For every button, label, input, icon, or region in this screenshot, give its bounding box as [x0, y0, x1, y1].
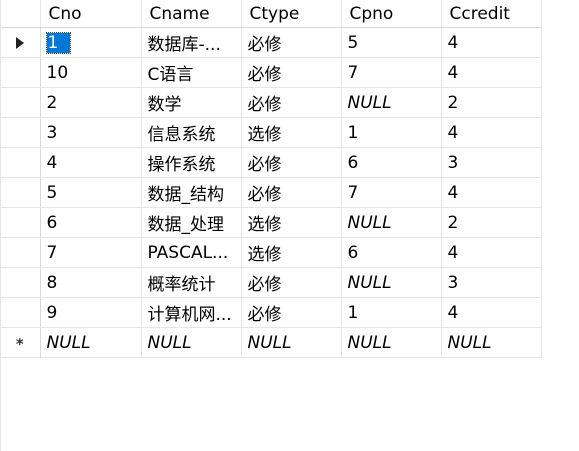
- cell-ctype[interactable]: 选修: [241, 207, 342, 238]
- cell-cpno[interactable]: NULL: [341, 87, 442, 118]
- cell-ctype[interactable]: 必修: [241, 177, 342, 208]
- cell-ccredit[interactable]: 3: [441, 267, 542, 298]
- cell-cname[interactable]: 计算机网...: [141, 297, 242, 328]
- table-row[interactable]: 7 PASCAL... 选修 6 4: [0, 237, 542, 268]
- cell-cname[interactable]: C语言: [141, 57, 242, 88]
- cell-cno[interactable]: NULL: [40, 327, 142, 358]
- cell-cname[interactable]: 数据库-...: [141, 27, 242, 58]
- cell-ccredit[interactable]: 4: [441, 237, 542, 268]
- table-row[interactable]: 3 信息系统 选修 1 4: [0, 117, 542, 148]
- cell-ccredit[interactable]: 2: [441, 87, 542, 118]
- row-header[interactable]: [0, 27, 41, 58]
- cell-ctype[interactable]: 必修: [241, 57, 342, 88]
- table-row[interactable]: 2 数学 必修 NULL 2: [0, 87, 542, 118]
- cell-cpno[interactable]: 1: [341, 117, 442, 148]
- cell-ccredit[interactable]: 4: [441, 177, 542, 208]
- cell-cname[interactable]: 数据_结构: [141, 177, 242, 208]
- row-header[interactable]: [0, 57, 41, 88]
- cell-cpno[interactable]: 7: [341, 177, 442, 208]
- row-header[interactable]: [0, 297, 41, 328]
- cell-cpno[interactable]: NULL: [341, 207, 442, 238]
- cell-ctype[interactable]: 必修: [241, 297, 342, 328]
- corner-header[interactable]: [0, 0, 41, 28]
- row-header[interactable]: [0, 87, 41, 118]
- cell-cno[interactable]: 7: [40, 237, 142, 268]
- cell-cno[interactable]: 3: [40, 117, 142, 148]
- cell-cpno[interactable]: NULL: [341, 327, 442, 358]
- table-row[interactable]: 10 C语言 必修 7 4: [0, 57, 542, 88]
- new-row[interactable]: * NULL NULL NULL NULL NULL: [0, 327, 542, 358]
- new-row-asterisk-icon: *: [15, 335, 24, 353]
- cell-cno[interactable]: 5: [40, 177, 142, 208]
- row-header[interactable]: [0, 237, 41, 268]
- cell-cpno[interactable]: 5: [341, 27, 442, 58]
- cell-cpno[interactable]: 1: [341, 297, 442, 328]
- row-header[interactable]: [0, 177, 41, 208]
- cell-cno[interactable]: 4: [40, 147, 142, 178]
- table-row[interactable]: 6 数据_处理 选修 NULL 2: [0, 207, 542, 238]
- cell-ccredit[interactable]: 2: [441, 207, 542, 238]
- cell-cpno[interactable]: 6: [341, 237, 442, 268]
- cell-ccredit[interactable]: 4: [441, 297, 542, 328]
- selected-cell-value[interactable]: 1: [45, 31, 72, 54]
- row-header[interactable]: *: [0, 327, 41, 358]
- grid-left-border: [0, 0, 1, 451]
- column-header-ctype[interactable]: Ctype: [241, 0, 342, 28]
- cell-ctype[interactable]: 必修: [241, 147, 342, 178]
- cell-cpno[interactable]: 7: [341, 57, 442, 88]
- cell-cpno[interactable]: NULL: [341, 267, 442, 298]
- cell-cname[interactable]: 概率统计: [141, 267, 242, 298]
- cell-cname[interactable]: 操作系统: [141, 147, 242, 178]
- cell-ccredit[interactable]: 4: [441, 27, 542, 58]
- cell-cno[interactable]: 9: [40, 297, 142, 328]
- cell-ccredit[interactable]: 4: [441, 57, 542, 88]
- cell-ctype[interactable]: NULL: [241, 327, 342, 358]
- cell-cno[interactable]: 10: [40, 57, 142, 88]
- column-header-cpno[interactable]: Cpno: [341, 0, 442, 28]
- current-row-arrow-icon: [15, 37, 24, 49]
- cell-ctype[interactable]: 选修: [241, 117, 342, 148]
- column-header-cname[interactable]: Cname: [141, 0, 242, 28]
- table-row[interactable]: 9 计算机网... 必修 1 4: [0, 297, 542, 328]
- cell-cno[interactable]: 6: [40, 207, 142, 238]
- cell-cno[interactable]: 1: [40, 27, 142, 58]
- column-header-ccredit[interactable]: Ccredit: [441, 0, 542, 28]
- row-header[interactable]: [0, 147, 41, 178]
- row-header[interactable]: [0, 117, 41, 148]
- row-header[interactable]: [0, 207, 41, 238]
- column-header-cno[interactable]: Cno: [40, 0, 142, 28]
- cell-cname[interactable]: 数据_处理: [141, 207, 242, 238]
- cell-cname[interactable]: 数学: [141, 87, 242, 118]
- cell-ctype[interactable]: 必修: [241, 87, 342, 118]
- cell-ccredit[interactable]: 4: [441, 117, 542, 148]
- table-row[interactable]: 1 数据库-... 必修 5 4: [0, 27, 542, 58]
- cell-cno[interactable]: 2: [40, 87, 142, 118]
- cell-cno[interactable]: 8: [40, 267, 142, 298]
- cell-ctype[interactable]: 必修: [241, 27, 342, 58]
- cell-cname[interactable]: 信息系统: [141, 117, 242, 148]
- header-row: Cno Cname Ctype Cpno Ccredit: [0, 0, 542, 28]
- cell-ccredit[interactable]: NULL: [441, 327, 542, 358]
- cell-ccredit[interactable]: 3: [441, 147, 542, 178]
- table-row[interactable]: 8 概率统计 必修 NULL 3: [0, 267, 542, 298]
- cell-cname[interactable]: NULL: [141, 327, 242, 358]
- row-header[interactable]: [0, 267, 41, 298]
- table-row[interactable]: 5 数据_结构 必修 7 4: [0, 177, 542, 208]
- cell-ctype[interactable]: 必修: [241, 267, 342, 298]
- cell-ctype[interactable]: 选修: [241, 237, 342, 268]
- cell-cpno[interactable]: 6: [341, 147, 442, 178]
- table-row[interactable]: 4 操作系统 必修 6 3: [0, 147, 542, 178]
- results-grid: Cno Cname Ctype Cpno Ccredit 1 数据库-... 必…: [0, 0, 542, 358]
- cell-cname[interactable]: PASCAL...: [141, 237, 242, 268]
